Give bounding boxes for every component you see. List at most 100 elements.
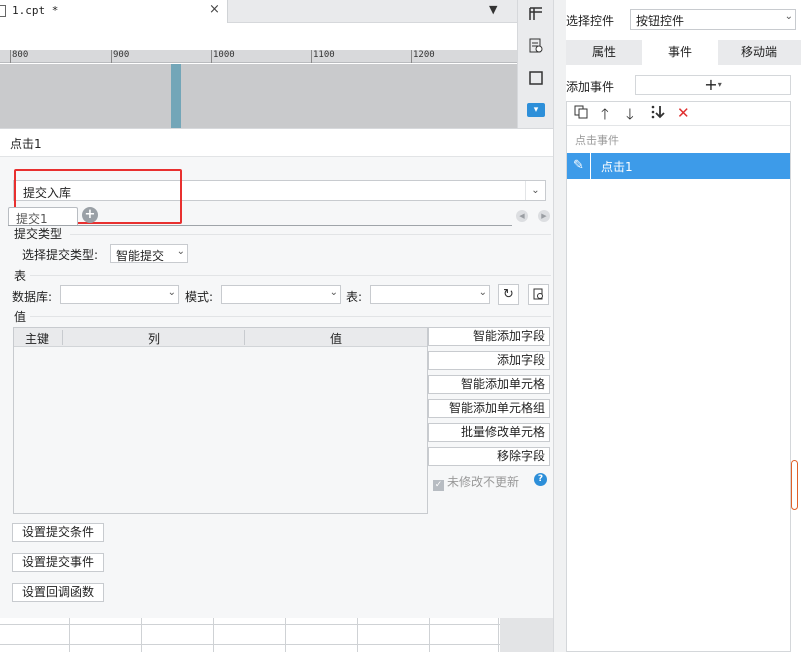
smart-add-field-button[interactable]: 智能添加字段	[428, 327, 550, 346]
event-dialog: 点击1 提交入库 ⌄ 提交1 + ◀ ▶ 提交类型 选择提交类型: 智能提交 ⌄…	[0, 128, 553, 619]
plus-icon: +	[704, 75, 718, 94]
grid-line	[285, 618, 286, 652]
event-item[interactable]: ✎ 点击1	[567, 153, 790, 179]
grid-line	[69, 618, 70, 652]
horizontal-ruler: 800 900 1000 1100 1200	[0, 50, 517, 63]
edit-pencil-icon[interactable]: ✎	[567, 153, 591, 179]
table-header: 主键 列 值	[14, 328, 427, 347]
no-change-no-update-checkbox[interactable]: ✓ 未修改不更新	[433, 473, 519, 491]
add-tab-icon[interactable]: +	[82, 207, 98, 223]
schema-select[interactable]: ⌄	[221, 285, 341, 304]
ruler-tick	[10, 50, 11, 63]
editor-tabbar: 1.cpt * × ▼	[0, 0, 517, 23]
grid-line	[0, 624, 500, 625]
checkbox-checked-icon[interactable]: ✓	[433, 480, 444, 491]
column-header-value: 值	[330, 332, 343, 346]
submit-mode-value: 智能提交	[116, 249, 165, 263]
freeze-icon[interactable]	[527, 5, 545, 23]
caret-down-icon: ▾	[717, 80, 722, 89]
add-event-button[interactable]: +▾	[635, 75, 791, 95]
divider	[30, 275, 551, 276]
side-toolbar: ▾	[517, 0, 553, 128]
select-widget-label: 选择控件	[566, 14, 615, 28]
scrollbar-thumb[interactable]	[791, 460, 798, 510]
sheet-grid[interactable]	[0, 618, 500, 652]
column-header-column: 列	[148, 332, 161, 346]
copy-icon[interactable]	[573, 104, 589, 124]
chevron-down-icon[interactable]: ⌄	[525, 181, 545, 200]
grid-line	[429, 618, 430, 652]
select-widget-dropdown[interactable]: 按钮控件 ⌄	[630, 9, 796, 30]
set-callback-button[interactable]: 设置回调函数	[12, 583, 105, 602]
section-submit-type: 提交类型	[14, 227, 63, 241]
ruler-label: 1100	[313, 50, 335, 60]
design-canvas[interactable]	[0, 64, 517, 128]
select-widget-value: 按钮控件	[636, 14, 685, 28]
ruler-label: 800	[12, 50, 29, 60]
smart-add-cell-button[interactable]: 智能添加单元格	[428, 375, 550, 394]
submit-type-select[interactable]: 提交入库 ⌄	[13, 180, 546, 201]
divider	[30, 316, 551, 317]
tab-events[interactable]: 事件	[642, 40, 718, 65]
help-icon[interactable]: ?	[534, 473, 547, 486]
submit-type-label: 选择提交类型:	[22, 248, 99, 262]
set-submit-condition-button[interactable]: 设置提交条件	[12, 523, 105, 542]
table-select[interactable]: ⌄	[370, 285, 490, 304]
ruler-tick	[111, 50, 112, 63]
tab-underline	[8, 225, 512, 226]
event-item-label: 点击1	[601, 160, 633, 174]
close-tab-icon[interactable]: ×	[209, 2, 220, 17]
ruler-label: 1000	[213, 50, 235, 60]
smart-add-cell-group-button[interactable]: 智能添加单元格组	[428, 399, 550, 418]
add-field-button[interactable]: 添加字段	[428, 351, 550, 370]
document-tab[interactable]: 1.cpt * ×	[0, 0, 228, 23]
move-down-icon[interactable]: 🡓	[626, 104, 634, 129]
field-mapping-table[interactable]: 主键 列 值	[13, 327, 428, 514]
divider	[62, 330, 63, 345]
ruler-tick	[311, 50, 312, 63]
chevron-down-icon[interactable]: ⌄	[168, 287, 176, 298]
event-toolbar: 🡑 🡓 ✕	[567, 102, 790, 126]
refresh-button[interactable]: ↻	[498, 284, 519, 305]
batch-edit-cells-button[interactable]: 批量修改单元格	[428, 423, 550, 442]
grid-line	[0, 644, 500, 645]
selection-marker[interactable]	[171, 64, 181, 128]
tab-properties[interactable]: 属性	[566, 40, 642, 65]
submit-mode-select[interactable]: 智能提交 ⌄	[110, 244, 188, 263]
chevron-down-icon[interactable]: ⌄	[330, 287, 338, 298]
section-table: 表	[14, 269, 27, 283]
divider	[70, 234, 551, 235]
tab-next-icon[interactable]: ▶	[538, 210, 550, 222]
grid-line	[357, 618, 358, 652]
tab-prev-icon[interactable]: ◀	[516, 210, 528, 222]
report-settings-icon[interactable]	[527, 37, 545, 55]
database-select[interactable]: ⌄	[60, 285, 179, 304]
move-up-icon[interactable]: 🡑	[601, 104, 609, 129]
grid-line	[141, 618, 142, 652]
event-group-label: 点击事件	[575, 134, 619, 147]
panel-tabs: 属性 事件 移动端	[566, 40, 801, 65]
section-value: 值	[14, 310, 27, 324]
ruler-tick	[411, 50, 412, 63]
tab-mobile[interactable]: 移动端	[721, 40, 797, 65]
set-submit-event-button[interactable]: 设置提交事件	[12, 553, 105, 572]
submit-type-select-value: 提交入库	[23, 186, 72, 200]
delete-icon[interactable]: ✕	[677, 104, 690, 122]
ruler-label: 900	[113, 50, 130, 60]
checkbox-label: 未修改不更新	[447, 475, 520, 489]
chevron-down-icon[interactable]: ⌄	[785, 11, 793, 22]
document-icon	[0, 5, 6, 17]
tab-submit-1[interactable]: 提交1	[8, 207, 78, 226]
remove-field-button[interactable]: 移除字段	[428, 447, 550, 466]
widget-settings-icon[interactable]: ▾	[527, 103, 545, 117]
move-to-bottom-icon[interactable]	[650, 104, 666, 124]
event-list: 🡑 🡓 ✕ 点击事件 ✎ 点击1	[566, 101, 791, 652]
sheet-scroll-area	[500, 618, 553, 652]
tab-menu-icon[interactable]: ▼	[489, 3, 497, 16]
border-icon[interactable]	[527, 69, 545, 87]
chevron-down-icon[interactable]: ⌄	[479, 287, 487, 298]
chevron-down-icon[interactable]: ⌄	[177, 246, 185, 257]
document-tab-title: 1.cpt *	[12, 4, 59, 17]
preview-table-button[interactable]	[528, 284, 549, 305]
add-event-label: 添加事件	[566, 80, 615, 94]
